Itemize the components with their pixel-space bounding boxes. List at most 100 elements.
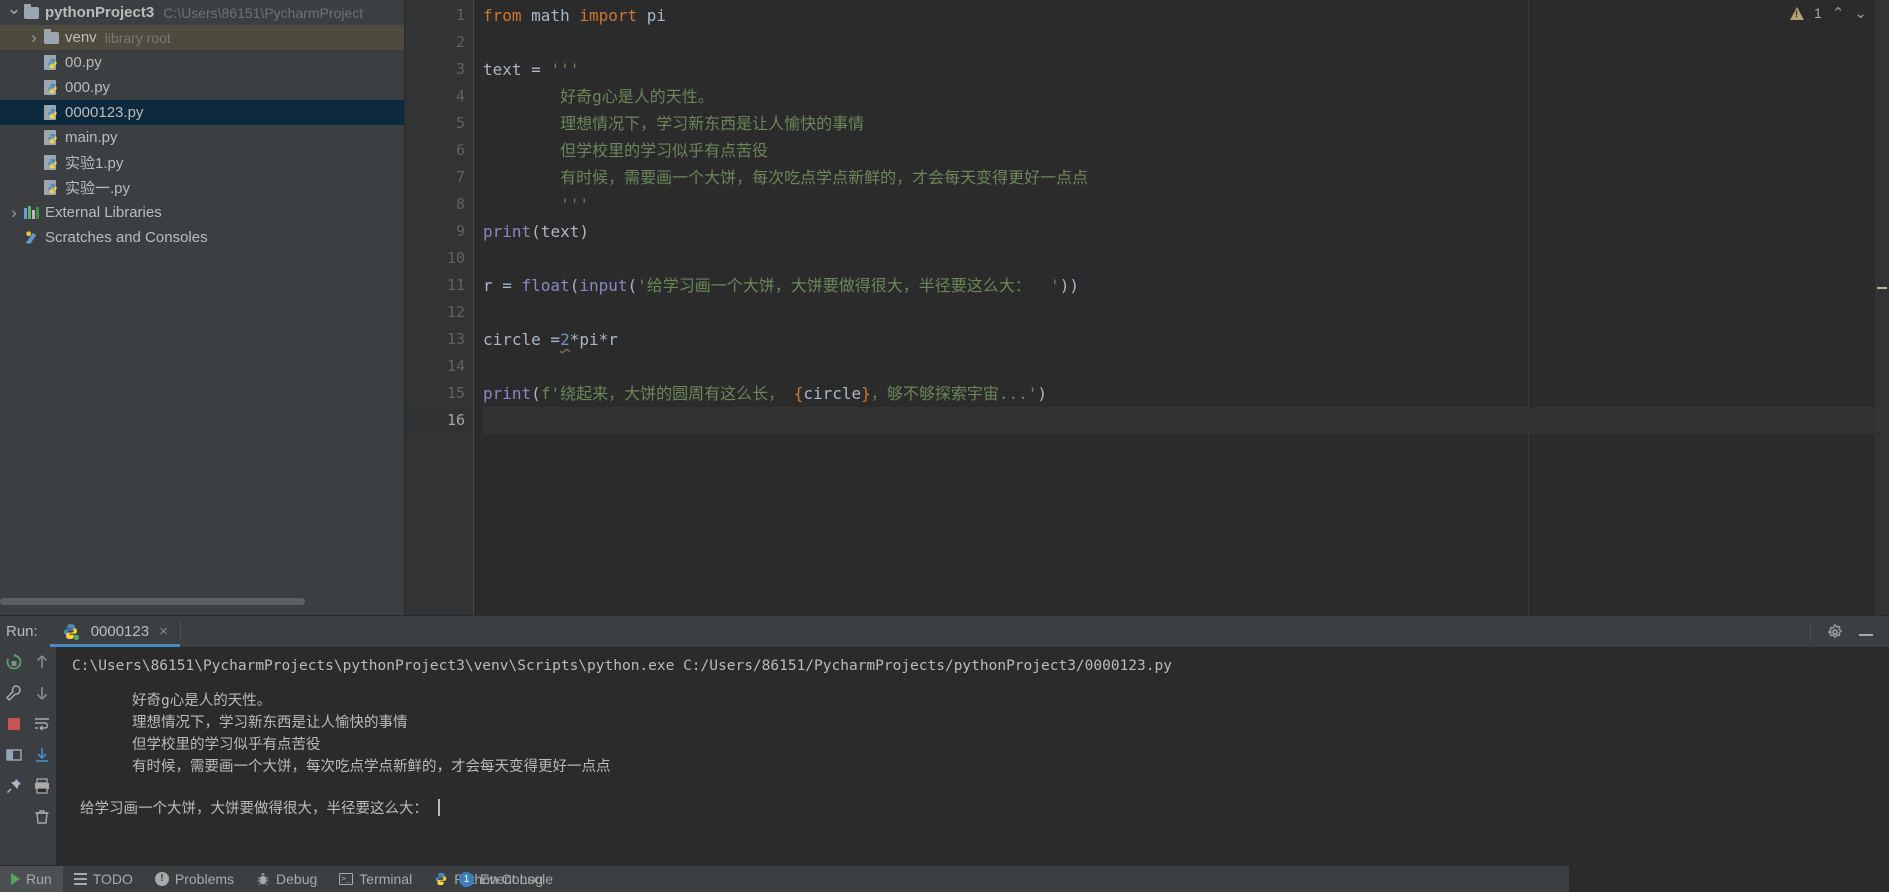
status-item-terminal[interactable]: >_ Terminal [328,866,423,892]
line-number: 12 [446,303,465,321]
trash-icon[interactable] [33,808,51,826]
code-line-13: circle =2*pi*r [483,326,1889,353]
line-number: 8 [455,195,465,213]
print-icon[interactable] [33,777,51,795]
stop-icon[interactable] [5,715,23,733]
run-body: C:\Users\86151\PycharmProjects\pythonPro… [0,647,1889,865]
token-keyword-from: from [483,6,522,25]
tree-item-scratches-and-consoles[interactable]: Scratches and Consoles [0,225,404,250]
token-fstring-prefix: f [540,384,551,403]
tree-item-0000123-py[interactable]: 0000123.py [0,100,404,125]
python-file-icon [44,179,59,196]
chevron-right-icon[interactable] [4,203,24,223]
tree-item-000-py[interactable]: 000.py [0,75,404,100]
up-arrow-icon[interactable] [33,653,51,671]
status-item-event-log[interactable]: 1 Event Log [448,866,554,892]
tree-item-project-root[interactable]: pythonProject3 C:\Users\86151\PycharmPro… [0,0,404,25]
tree-item-shiyanyi-py[interactable]: 实验一.py [0,175,404,200]
tree-item-00-py[interactable]: 00.py [0,50,404,75]
token-brace-close: } [861,384,871,403]
code-text[interactable]: from math import pi text = ''' 好奇g心是人的天性… [473,0,1889,615]
run-header-actions [1811,616,1889,647]
tree-item-label: 实验1.py [65,155,124,172]
status-bar: Run TODO ! Problems Debug >_ Terminal Py… [0,865,1889,892]
line-number-gutter: 1 2 3 4 5 6 7 8 9 10 11 12 13 14 15 16 [405,0,473,615]
down-arrow-icon[interactable] [33,684,51,702]
token-builtin-input: input [579,276,628,295]
code-editor[interactable]: 1 2 3 4 5 6 7 8 9 10 11 12 13 14 15 16 f… [405,0,1889,615]
scrollbar-thumb[interactable] [0,598,305,605]
python-console-icon [434,872,448,886]
line-number: 1 [455,6,465,24]
token-paren-open: ( [569,276,580,295]
python-file-icon [44,154,59,171]
run-tool-window: Run: 0000123 × C:\Users\86151\PycharmPro… [0,615,1889,865]
status-item-label: TODO [92,871,133,887]
token-module-math: math [521,6,580,25]
token-assign-circle: circle = [483,330,561,349]
code-line-5: 理想情况下，学习新东西是让人愉快的事情 [483,114,865,133]
line-number: 15 [446,384,465,402]
fold-rail [473,0,474,615]
tree-item-main-py[interactable]: main.py [0,125,404,150]
token-builtin-float: float [521,276,570,295]
python-file-icon [44,79,59,96]
pin-icon[interactable] [5,777,23,795]
library-root-label: library root [104,29,171,46]
status-item-todo[interactable]: TODO [63,866,144,892]
code-line-1: from math import pi [483,2,1889,29]
console-command-line: C:\Users\86151\PycharmProjects\pythonPro… [72,658,1172,674]
line-number: 11 [446,276,465,294]
next-problem-icon[interactable]: ⌄ [1854,4,1867,22]
status-item-run[interactable]: Run [0,866,63,892]
scroll-to-end-icon[interactable] [33,746,51,764]
status-item-debug[interactable]: Debug [245,866,328,892]
soft-wrap-icon[interactable] [33,715,51,733]
project-path-label: C:\Users\86151\PycharmProject [163,4,364,21]
token-name-pi: pi [637,6,667,25]
prompt-text: 给学习画一个大饼，大饼要做得很大，半径要这么大： [80,801,428,817]
warning-triangle-icon [1790,6,1805,20]
status-item-label: Debug [276,871,318,887]
rerun-icon[interactable] [5,653,23,671]
previous-problem-icon[interactable]: ⌃ [1832,4,1845,22]
run-console-output[interactable]: C:\Users\86151\PycharmProjects\pythonPro… [56,647,1889,865]
line-number: 10 [446,249,465,267]
tree-item-label: pythonProject3 [45,4,155,21]
token-paren-open-2: ( [627,276,638,295]
line-number: 7 [455,168,465,186]
token-paren-open-3: ( [531,384,541,403]
folder-icon [44,28,59,44]
wrench-icon[interactable] [5,684,23,702]
layout-icon[interactable] [5,746,23,764]
status-item-label: Run [26,871,52,887]
tree-item-label: Scratches and Consoles [45,229,208,246]
run-tab-label: 0000123 [90,623,150,640]
python-file-icon [44,54,59,71]
chevron-right-icon[interactable] [24,28,44,48]
tree-item-external-libraries[interactable]: External Libraries [0,200,404,225]
tree-item-label: External Libraries [45,204,162,221]
code-line-8: ''' [483,195,589,214]
code-line-9: print(text) [483,218,1889,245]
gear-icon[interactable] [1827,623,1843,640]
tree-item-venv[interactable]: venv library root [0,25,404,50]
status-item-problems[interactable]: ! Problems [144,866,245,892]
run-toolbar-second [28,647,56,865]
token-number-2: 2 [560,330,570,349]
inspection-marker[interactable] [1877,287,1887,289]
console-input-prompt[interactable]: 给学习画一个大饼，大饼要做得很大，半径要这么大： [72,798,1889,820]
minimize-icon[interactable] [1859,625,1873,639]
run-tab-0000123[interactable]: 0000123 × [49,616,181,647]
close-icon[interactable]: × [159,623,168,640]
text-caret [438,799,440,816]
token-assign-text: text = [483,60,551,79]
console-output-line: 理想情况下，学习新东西是让人愉快的事情 [132,715,408,731]
token-brace-open: { [793,384,804,403]
sidebar-horizontal-scrollbar[interactable] [0,598,404,605]
tree-item-shiyan1-py[interactable]: 实验1.py [0,150,404,175]
token-triple-quote-open: ''' [550,60,580,79]
inspection-strip[interactable] [1875,0,1889,615]
chevron-down-icon[interactable] [4,3,24,23]
